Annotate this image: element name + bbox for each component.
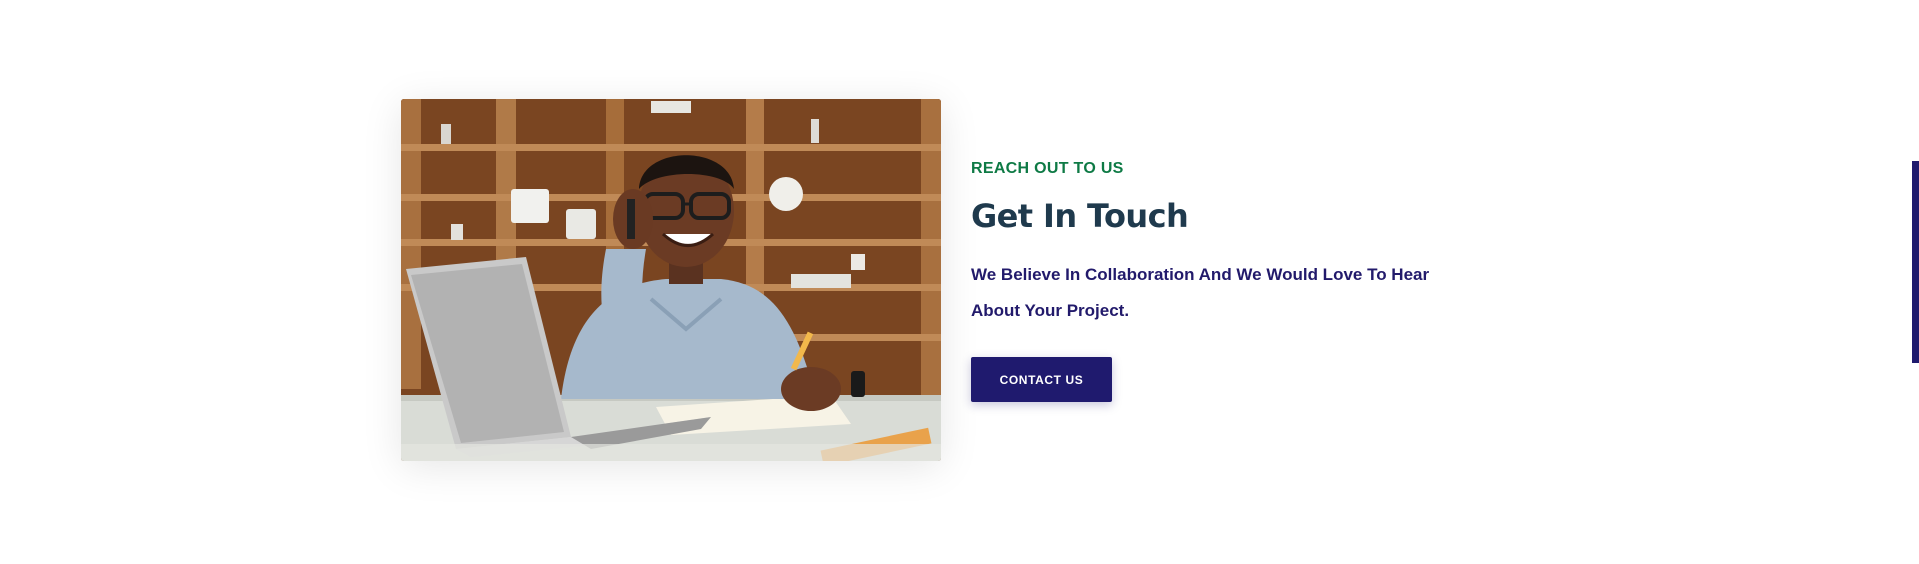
contact-section: REACH OUT TO US Get In Touch We Believe … [0,0,1919,564]
contact-photo [401,99,941,461]
man-on-phone-illustration [401,99,941,461]
contact-us-button[interactable]: CONTACT US [971,357,1112,402]
section-eyebrow: REACH OUT TO US [971,160,1124,177]
section-description: We Believe In Collaboration And We Would… [971,265,1430,320]
contact-content: REACH OUT TO US Get In Touch We Believe … [971,157,1491,402]
section-title: Get In Touch [971,197,1189,235]
side-tab[interactable] [1912,161,1919,363]
